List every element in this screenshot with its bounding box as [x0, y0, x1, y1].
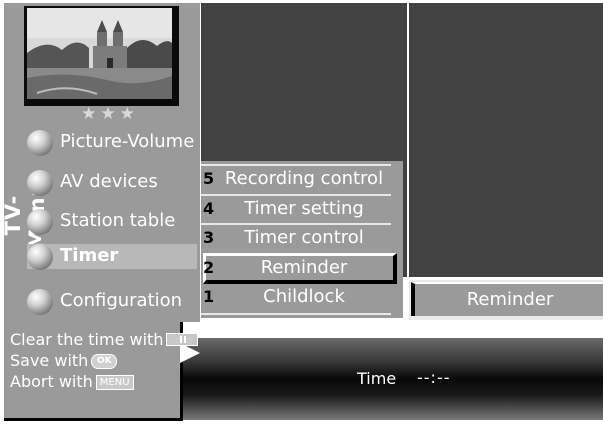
sphere-bullet-icon: [27, 289, 53, 315]
menu-item-configuration[interactable]: Configuration: [27, 287, 197, 315]
help-save-text: Save with: [10, 351, 89, 370]
detail-panel: [409, 3, 603, 277]
panel-divider: [403, 3, 407, 277]
pause-key-icon: [166, 333, 199, 346]
divider: [201, 164, 391, 166]
menu-key-icon: MENU: [95, 375, 134, 390]
submenu-item-timer-control[interactable]: 3 Timer control: [201, 226, 391, 252]
item-number: 4: [203, 199, 215, 218]
submenu-item-recording-control[interactable]: 5 Recording control: [201, 167, 391, 193]
item-number: 3: [203, 228, 215, 247]
item-number: 1: [203, 287, 215, 306]
help-abort-text: Abort with: [10, 372, 93, 391]
divider: [201, 194, 391, 196]
reminder-title: Reminder: [466, 289, 554, 310]
divider: [201, 223, 391, 225]
rating-stars: ★★★: [81, 104, 139, 124]
tv-menu-side-label: TV-Menu: [1, 180, 49, 250]
item-number: 5: [203, 169, 215, 188]
sphere-bullet-icon: [27, 209, 53, 235]
item-number: 2: [203, 258, 215, 277]
submenu-item-childlock[interactable]: 1 Childlock: [201, 285, 391, 311]
ok-key-icon: OK: [91, 354, 118, 369]
menu-item-label: Station table: [60, 210, 176, 231]
help-abort-line: Abort with MENU: [10, 372, 134, 391]
item-label: Recording control: [224, 168, 384, 189]
help-clear-line: Clear the time with: [10, 330, 199, 349]
submenu-item-reminder[interactable]: 2 Reminder: [201, 256, 391, 282]
sphere-bullet-icon: [27, 130, 53, 156]
submenu-header-area: [201, 3, 403, 161]
menu-item-picture-volume[interactable]: Picture-Volume: [27, 128, 197, 156]
menu-item-label: Timer: [60, 245, 119, 266]
time-label: Time: [357, 369, 397, 388]
help-save-line: Save with OK: [10, 351, 118, 370]
sphere-bullet-icon: [27, 244, 53, 270]
menu-item-label: AV devices: [60, 171, 158, 192]
divider: [201, 313, 391, 315]
time-input[interactable]: --:--: [417, 368, 450, 387]
submenu-item-timer-setting[interactable]: 4 Timer setting: [201, 197, 391, 223]
menu-item-timer[interactable]: Timer: [27, 242, 197, 270]
menu-item-label: Configuration: [60, 290, 183, 311]
item-label: Childlock: [263, 286, 345, 307]
menu-item-label: Picture-Volume: [60, 131, 195, 152]
item-label: Timer setting: [244, 198, 364, 219]
menu-item-station-table[interactable]: Station table: [27, 207, 197, 235]
sphere-bullet-icon: [27, 170, 53, 196]
item-label: Timer control: [244, 227, 364, 248]
tv-menu-screen: ★★★ TV-Menu Picture-Volume AV devices St…: [0, 0, 603, 425]
item-label: Reminder: [260, 257, 348, 278]
help-clear-text: Clear the time with: [10, 330, 164, 349]
menu-item-av-devices[interactable]: AV devices: [27, 168, 197, 196]
station-preview-image: [27, 8, 172, 99]
